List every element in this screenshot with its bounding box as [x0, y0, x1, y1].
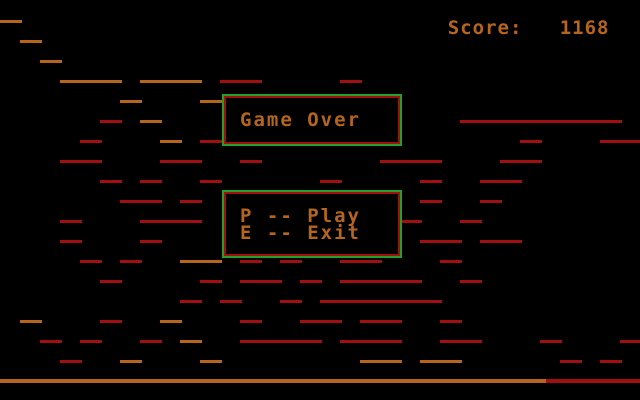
road-segment: [280, 260, 302, 263]
road-segment: [320, 180, 342, 183]
road-segment: [280, 300, 302, 303]
road-segment: [200, 180, 222, 183]
score-display: Score: 1168: [398, 0, 610, 38]
road-segment: [460, 280, 482, 283]
road-segment: [120, 360, 142, 363]
ground-line: [0, 379, 546, 383]
road-segment: [120, 100, 142, 103]
road-segment: [20, 320, 42, 323]
road-segment: [140, 80, 202, 83]
road-segment: [60, 220, 82, 223]
road-segment: [380, 160, 442, 163]
road-segment: [140, 120, 162, 123]
road-segment: [480, 180, 522, 183]
road-segment: [240, 280, 282, 283]
road-segment: [300, 320, 342, 323]
road-segment: [200, 280, 222, 283]
road-segment: [200, 100, 222, 103]
road-segment: [120, 200, 162, 203]
road-segment: [140, 220, 202, 223]
road-segment: [80, 340, 102, 343]
road-segment: [560, 360, 582, 363]
road-segment: [60, 80, 122, 83]
road-segment: [40, 340, 62, 343]
road-segment: [160, 140, 182, 143]
road-segment: [220, 80, 262, 83]
road-segment: [140, 240, 162, 243]
road-segment: [420, 180, 442, 183]
road-segment: [140, 180, 162, 183]
road-segment: [400, 220, 422, 223]
road-segment: [200, 140, 222, 143]
road-segment: [100, 280, 122, 283]
ground-line-end: [546, 379, 640, 383]
road-segment: [0, 20, 22, 23]
options-dialog: P -- Play E -- Exit: [222, 190, 402, 258]
game-over-title: Game Over: [240, 109, 361, 131]
road-segment: [460, 120, 622, 123]
road-segment: [420, 200, 442, 203]
road-segment: [80, 140, 102, 143]
road-segment: [420, 360, 462, 363]
road-segment: [520, 140, 542, 143]
road-segment: [360, 360, 402, 363]
road-segment: [440, 340, 482, 343]
road-segment: [180, 200, 202, 203]
road-segment: [240, 340, 322, 343]
road-segment: [340, 280, 422, 283]
road-segment: [320, 300, 442, 303]
road-segment: [60, 240, 82, 243]
road-segment: [340, 80, 362, 83]
road-segment: [340, 260, 382, 263]
road-segment: [160, 320, 182, 323]
game-screen: Score: 1168 Game Over P -- Play E -- Exi…: [0, 0, 640, 400]
road-segment: [600, 360, 622, 363]
road-segment: [500, 160, 542, 163]
road-segment: [160, 160, 202, 163]
road-segment: [60, 360, 82, 363]
game-over-dialog: Game Over: [222, 94, 402, 146]
road-segment: [140, 340, 162, 343]
road-segment: [40, 60, 62, 63]
road-segment: [540, 340, 562, 343]
road-segment: [60, 160, 102, 163]
road-segment: [420, 240, 462, 243]
road-segment: [180, 260, 222, 263]
road-segment: [180, 300, 202, 303]
road-segment: [100, 180, 122, 183]
road-segment: [180, 340, 202, 343]
road-segment: [200, 360, 222, 363]
road-segment: [460, 220, 482, 223]
road-segment: [100, 120, 122, 123]
road-segment: [440, 260, 462, 263]
road-segment: [360, 320, 402, 323]
road-segment: [600, 140, 640, 143]
road-segment: [240, 160, 262, 163]
road-segment: [120, 260, 142, 263]
road-segment: [340, 340, 402, 343]
road-segment: [20, 40, 42, 43]
road-segment: [620, 340, 640, 343]
road-segment: [480, 240, 522, 243]
road-segment: [300, 280, 322, 283]
road-segment: [480, 200, 502, 203]
road-segment: [240, 320, 262, 323]
exit-option[interactable]: E -- Exit: [240, 224, 361, 243]
score-label: Score:: [447, 17, 523, 39]
road-segment: [100, 320, 122, 323]
road-segment: [440, 320, 462, 323]
road-segment: [220, 300, 242, 303]
score-value: 1168: [559, 17, 610, 39]
road-segment: [80, 260, 102, 263]
